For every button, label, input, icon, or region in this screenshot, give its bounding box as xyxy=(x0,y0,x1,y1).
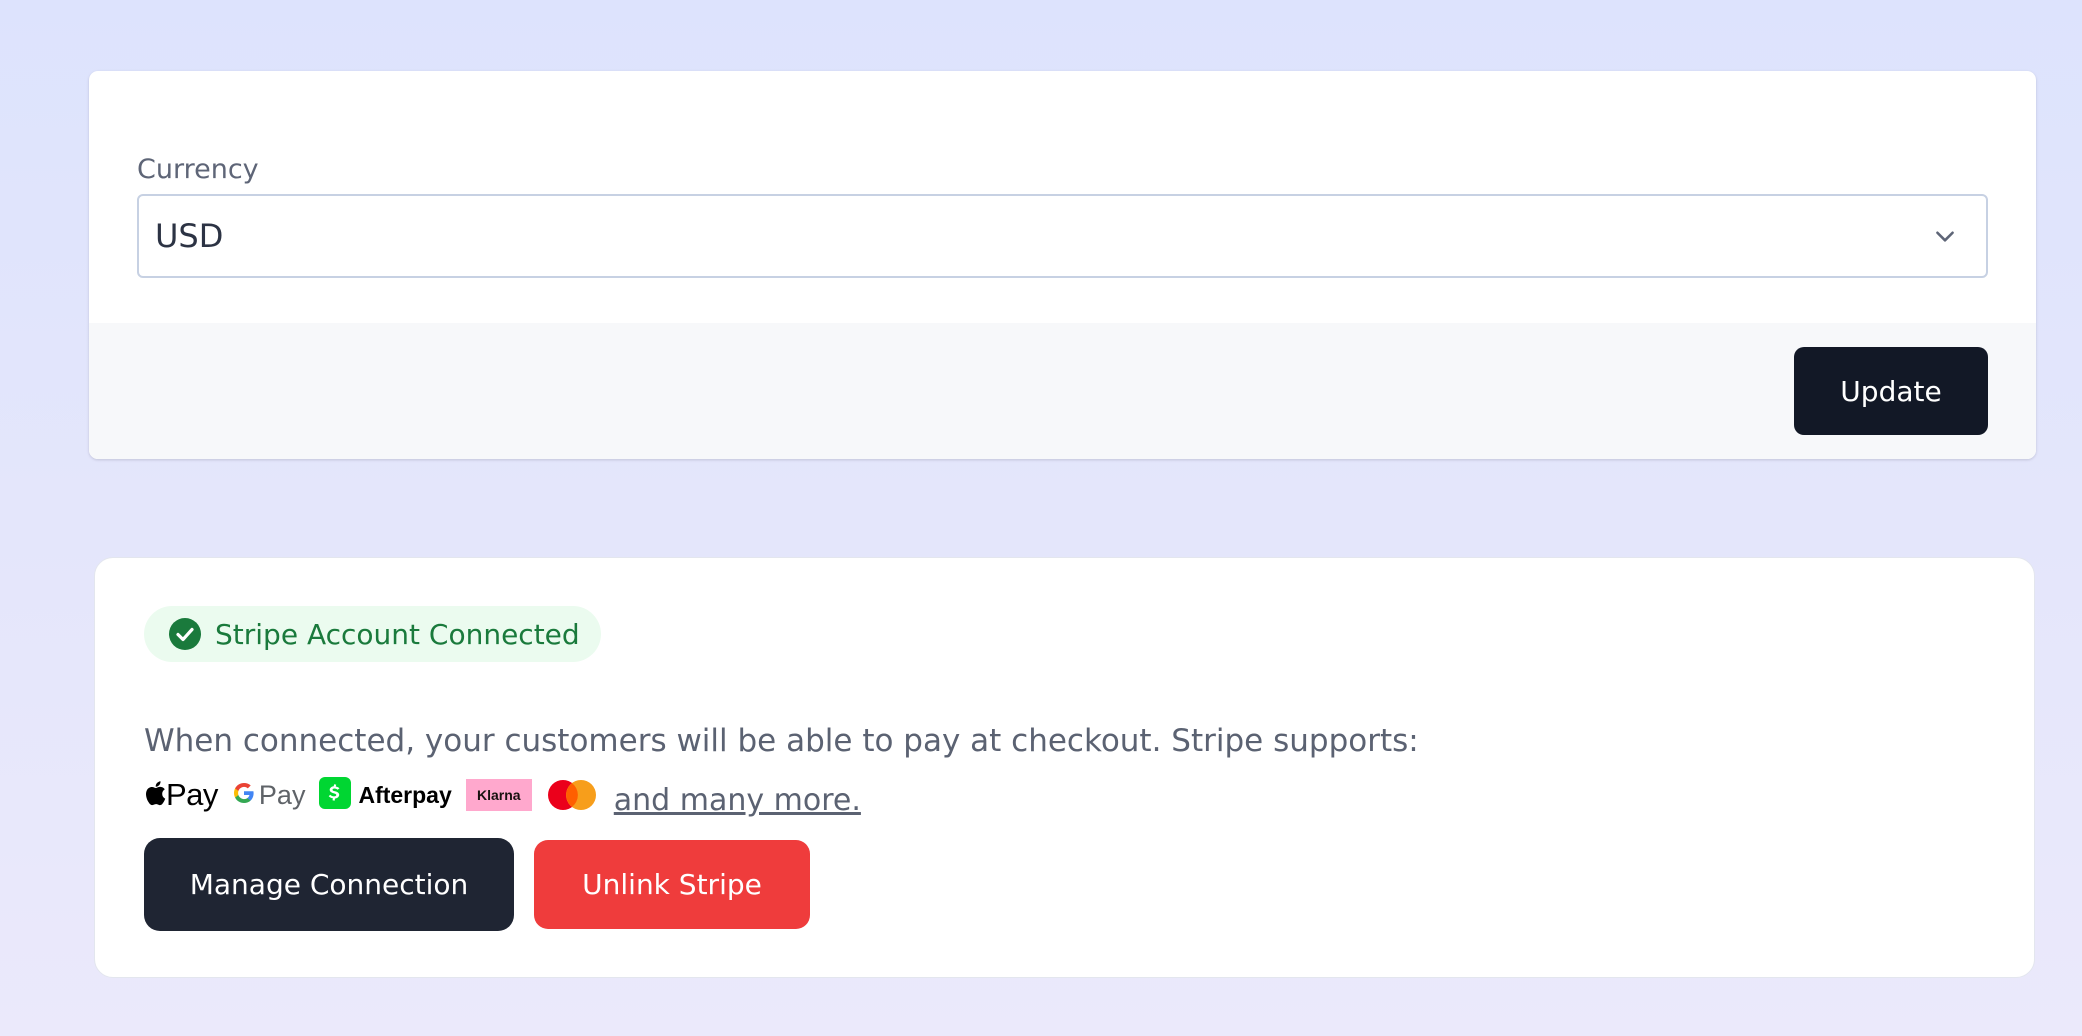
check-circle-icon xyxy=(168,617,202,651)
chevron-down-icon xyxy=(1930,221,1960,251)
apple-pay-logo: Pay xyxy=(144,777,218,813)
unlink-stripe-button[interactable]: Unlink Stripe xyxy=(534,840,810,929)
google-pay-logo: Pay xyxy=(232,779,306,811)
apple-pay-text: Pay xyxy=(166,777,218,812)
stripe-connected-label: Stripe Account Connected xyxy=(215,617,580,651)
currency-settings-footer: Update xyxy=(89,323,2036,459)
stripe-description: When connected, your customers will be a… xyxy=(144,723,1419,759)
stripe-connected-badge: Stripe Account Connected xyxy=(144,606,601,662)
manage-connection-button[interactable]: Manage Connection xyxy=(144,838,514,931)
mastercard-icon xyxy=(546,779,598,811)
stripe-connection-card: Stripe Account Connected When connected,… xyxy=(94,557,2035,978)
currency-settings-card: Currency USD Update xyxy=(89,71,2036,459)
payment-methods-row: Pay Pay Afterpay Klarna and many more. xyxy=(144,771,861,819)
more-payment-methods-link[interactable]: and many more. xyxy=(614,783,861,818)
google-g-icon xyxy=(232,781,256,809)
afterpay-logo: Afterpay xyxy=(319,777,452,813)
google-pay-text: Pay xyxy=(258,779,306,810)
currency-select-value: USD xyxy=(155,217,224,255)
currency-label: Currency xyxy=(137,154,259,185)
afterpay-text: Afterpay xyxy=(358,781,452,808)
klarna-badge: Klarna xyxy=(465,779,532,811)
currency-select[interactable]: USD xyxy=(137,194,1988,278)
klarna-logo: Klarna xyxy=(465,779,532,811)
update-button[interactable]: Update xyxy=(1794,347,1988,435)
apple-logo-icon xyxy=(144,779,166,811)
klarna-text: Klarna xyxy=(476,787,521,803)
currency-settings-body: Currency USD xyxy=(89,71,2036,323)
cash-app-icon xyxy=(319,777,352,813)
